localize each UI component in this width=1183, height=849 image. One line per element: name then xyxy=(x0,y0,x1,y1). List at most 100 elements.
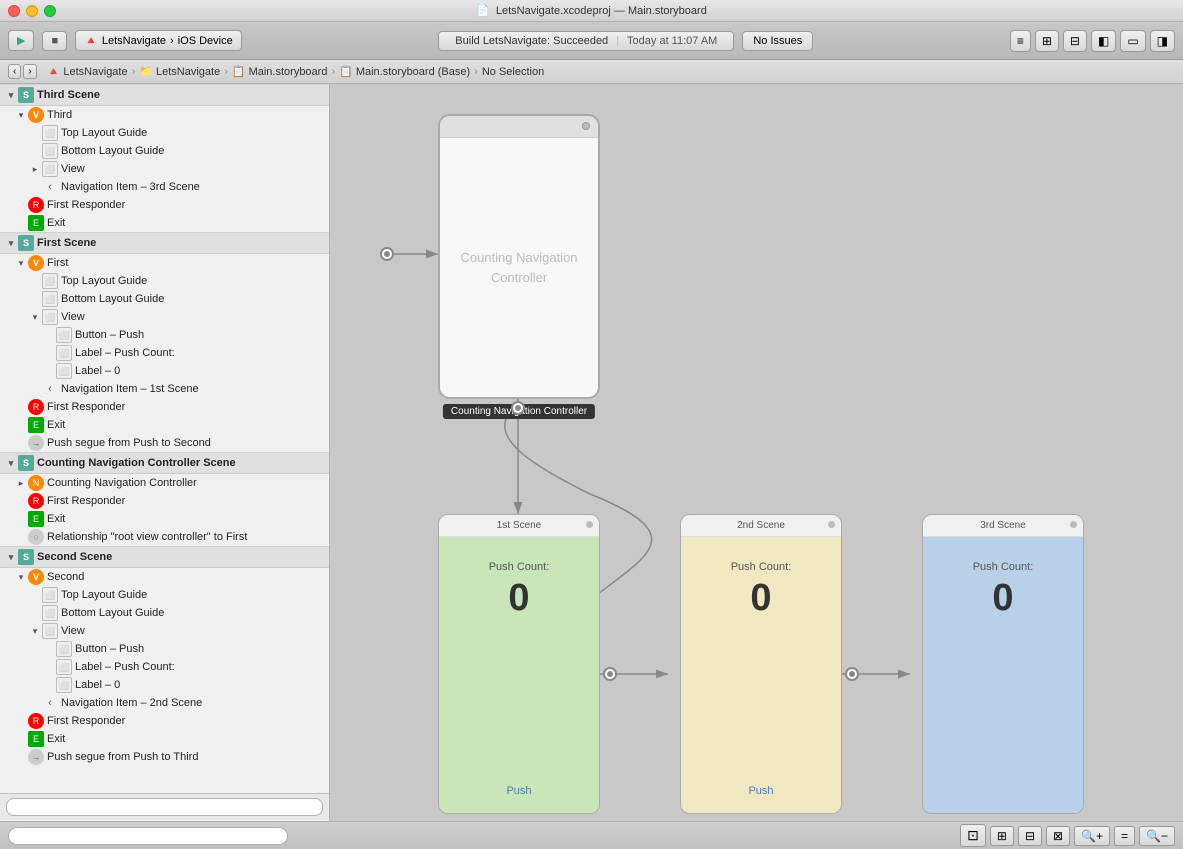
camera-dot xyxy=(828,521,835,528)
push-button-first[interactable]: Push xyxy=(506,785,531,797)
bottom-search-input[interactable] xyxy=(8,827,288,845)
nav-body: Counting Navigation Controller xyxy=(440,138,598,397)
zoom-equal-button[interactable]: = xyxy=(1114,826,1135,846)
tree-item-second-bottomlayout[interactable]: ⬜ Bottom Layout Guide xyxy=(0,604,329,622)
tree-item-third-exit[interactable]: E Exit xyxy=(0,214,329,232)
zoom-out-button[interactable]: 🔍− xyxy=(1139,826,1175,846)
tree-item-third-vc[interactable]: V Third xyxy=(0,106,329,124)
tree-item-second-vc[interactable]: V Second xyxy=(0,568,329,586)
breadcrumb-item-3[interactable]: 📋 Main.storyboard xyxy=(232,65,328,78)
scene-third-title: 3rd Scene xyxy=(980,520,1026,531)
fit-button[interactable]: ⊡ xyxy=(960,824,986,847)
tree-item-first-toplayout[interactable]: ⬜ Top Layout Guide xyxy=(0,272,329,290)
breadcrumb-item-1[interactable]: 🔺 LetsNavigate xyxy=(47,65,128,78)
close-button[interactable] xyxy=(8,5,20,17)
tree-item-second-toplayout[interactable]: ⬜ Top Layout Guide xyxy=(0,586,329,604)
view-icon: ⬜ xyxy=(56,363,72,379)
grid-view-button[interactable]: ⊞ xyxy=(990,826,1014,846)
breadcrumb-label-3: Main.storyboard xyxy=(249,66,328,78)
editor-version-button[interactable]: ⊟ xyxy=(1063,30,1087,52)
breadcrumb-item-2[interactable]: 📁 LetsNavigate xyxy=(139,65,220,78)
scene-header-first[interactable]: S First Scene xyxy=(0,232,329,254)
tree-item-first-bottomlayout[interactable]: ⬜ Bottom Layout Guide xyxy=(0,290,329,308)
layout-button[interactable]: ⊟ xyxy=(1018,826,1042,846)
sidebar-content: S Third Scene V Third ⬜ Top Layout Guide xyxy=(0,84,329,793)
stop-button[interactable]: ■ xyxy=(42,31,67,51)
view-utilities-button[interactable]: ◨ xyxy=(1150,30,1175,52)
tree-arrow xyxy=(28,312,42,323)
tree-item-first-view[interactable]: ⬜ View xyxy=(0,308,329,326)
tree-item-third-view[interactable]: ⬜ View xyxy=(0,160,329,178)
tree-item-second-label0[interactable]: ⬜ Label – 0 xyxy=(0,676,329,694)
editor-standard-button[interactable]: ≡ xyxy=(1010,30,1031,52)
scene-first-header: 1st Scene xyxy=(439,515,599,537)
editor-assistant-button[interactable]: ⊞ xyxy=(1035,30,1059,52)
breadcrumb-nav[interactable]: ‹ › xyxy=(8,64,37,79)
scene-title-first: First Scene xyxy=(37,237,96,249)
tree-item-first-responder[interactable]: R First Responder xyxy=(0,398,329,416)
tree-item-third-responder[interactable]: R First Responder xyxy=(0,196,329,214)
tree-item-nav-responder[interactable]: R First Responder xyxy=(0,492,329,510)
nav-forward-button[interactable]: › xyxy=(23,64,36,79)
tree-item-first-navitem[interactable]: ‹ Navigation Item – 1st Scene xyxy=(0,380,329,398)
exit-icon: E xyxy=(28,511,44,527)
scene-arrow-nav xyxy=(4,458,18,469)
breadcrumb-item-4[interactable]: 📋 Main.storyboard (Base) xyxy=(339,65,470,78)
scene-second-count-area: Push Count: 0 xyxy=(731,561,792,620)
tree-item-first-label0[interactable]: ⬜ Label – 0 xyxy=(0,362,329,380)
scene-third-header: 3rd Scene xyxy=(923,515,1083,537)
canvas[interactable]: Counting Navigation Controller Counting … xyxy=(330,84,1183,821)
tree-item-first-pushcount[interactable]: ⬜ Label – Push Count: xyxy=(0,344,329,362)
play-button[interactable]: ▶ xyxy=(8,30,34,51)
scheme-selector[interactable]: 🔺 LetsNavigate › iOS Device xyxy=(75,30,242,51)
scene-arrow-first xyxy=(4,238,18,249)
traffic-lights[interactable] xyxy=(8,5,56,17)
scene-header-nav[interactable]: S Counting Navigation Controller Scene xyxy=(0,452,329,474)
entry-dot xyxy=(384,251,390,257)
tree-item-first-exit[interactable]: E Exit xyxy=(0,416,329,434)
tree-item-nav-exit[interactable]: E Exit xyxy=(0,510,329,528)
tree-item-nav-ctrl[interactable]: N Counting Navigation Controller xyxy=(0,474,329,492)
tree-item-second-view[interactable]: ⬜ View xyxy=(0,622,329,640)
navitem-icon: ‹ xyxy=(42,695,58,711)
tree-item-second-responder[interactable]: R First Responder xyxy=(0,712,329,730)
issues-button[interactable]: No Issues xyxy=(742,31,813,51)
split-button[interactable]: ⊠ xyxy=(1046,826,1070,846)
push-button-second[interactable]: Push xyxy=(748,785,773,797)
tree-item-nav-relationship[interactable]: ○ Relationship "root view controller" to… xyxy=(0,528,329,546)
tree-label: Push segue from Push to Second xyxy=(47,437,211,449)
tree-item-second-navitem[interactable]: ‹ Navigation Item – 2nd Scene xyxy=(0,694,329,712)
tree-item-first-vc[interactable]: V First xyxy=(0,254,329,272)
minimize-button[interactable] xyxy=(26,5,38,17)
layout-icon: ⬜ xyxy=(42,291,58,307)
tree-item-second-button[interactable]: ⬜ Button – Push xyxy=(0,640,329,658)
tree-item-second-pushcount[interactable]: ⬜ Label – Push Count: xyxy=(0,658,329,676)
view-debug-button[interactable]: ▭ xyxy=(1120,30,1145,52)
tree-item-first-segue[interactable]: → Push segue from Push to Second xyxy=(0,434,329,452)
tree-item-first-button[interactable]: ⬜ Button – Push xyxy=(0,326,329,344)
scene-arrow-third xyxy=(4,90,18,101)
zoom-in-button[interactable]: 🔍+ xyxy=(1074,826,1110,846)
breadcrumb-label-4: Main.storyboard (Base) xyxy=(356,66,470,78)
scene-header-third[interactable]: S Third Scene xyxy=(0,84,329,106)
nav-back-button[interactable]: ‹ xyxy=(8,64,21,79)
tree-item-third-toplayout[interactable]: ⬜ Top Layout Guide xyxy=(0,124,329,142)
breadcrumb-label-1: LetsNavigate xyxy=(63,66,127,78)
entry-point xyxy=(380,247,394,261)
tree-item-second-segue[interactable]: → Push segue from Push to Third xyxy=(0,748,329,766)
responder-icon: R xyxy=(28,399,44,415)
scene-icon-second: S xyxy=(18,549,34,565)
sidebar-search-input[interactable] xyxy=(6,798,323,816)
tree-item-third-bottomlayout[interactable]: ⬜ Bottom Layout Guide xyxy=(0,142,329,160)
tree-label: Top Layout Guide xyxy=(61,275,147,287)
view-navigator-button[interactable]: ◧ xyxy=(1091,30,1116,52)
tree-label: Counting Navigation Controller xyxy=(47,477,197,489)
maximize-button[interactable] xyxy=(44,5,56,17)
tree-item-third-navitem[interactable]: ‹ Navigation Item – 3rd Scene xyxy=(0,178,329,196)
tree-item-second-exit[interactable]: E Exit xyxy=(0,730,329,748)
navitem-icon: ‹ xyxy=(42,179,58,195)
tree-label: First Responder xyxy=(47,495,125,507)
view-icon: ⬜ xyxy=(56,641,72,657)
responder-icon: R xyxy=(28,493,44,509)
scene-header-second[interactable]: S Second Scene xyxy=(0,546,329,568)
